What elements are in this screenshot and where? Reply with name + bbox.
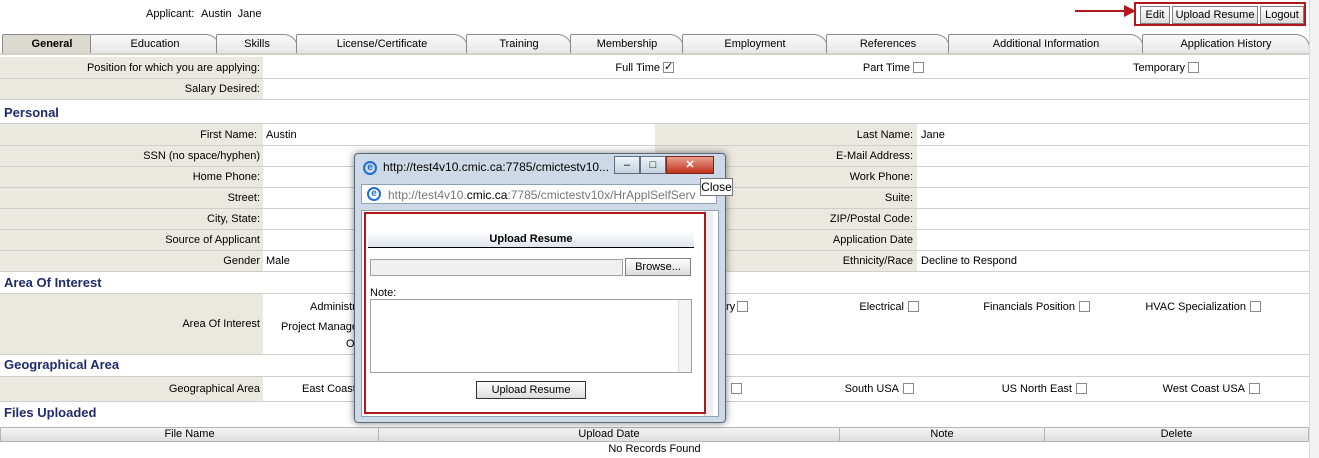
ethnicity-value: Decline to Respond [921,255,1018,267]
south-usa-checkbox[interactable] [903,383,914,394]
geographical-area-label: Geographical Area [168,383,260,395]
tab-skills[interactable]: Skills [216,34,298,53]
aoi-administration-partial: Administr [310,301,356,313]
hvac-label: HVAC Specialization [1145,301,1246,313]
part-time-checkbox[interactable] [913,62,924,73]
temporary-label: Temporary [1133,62,1185,74]
geo-partial-checkbox[interactable] [731,383,742,394]
popup-title: http://test4v10.cmic.ca:7785/cmictestv10… [383,160,610,174]
col-delete[interactable]: Delete [1044,427,1309,442]
section-files-uploaded: Files Uploaded [4,405,97,420]
gender-label: Gender [223,255,260,267]
col-file-name[interactable]: File Name [0,427,379,442]
financials-checkbox[interactable] [1079,301,1090,312]
address-text: http://test4v10.cmic.ca:7785/cmictestv10… [388,188,696,202]
maximize-icon[interactable]: □ [640,156,666,174]
applicant-label: Applicant: [146,8,195,20]
tab-application-history[interactable]: Application History [1142,34,1310,53]
last-name-label: Last Name: [856,129,913,141]
electrical-label: Electrical [859,301,904,313]
full-time-label: Full Time [615,62,660,74]
part-time-label: Part Time [862,62,910,74]
browser-icon: e [363,161,377,175]
tab-additional-information[interactable]: Additional Information [948,34,1144,53]
tab-employment[interactable]: Employment [682,34,828,53]
tab-general[interactable]: General [2,34,102,53]
minimize-icon[interactable]: – [614,156,640,174]
electrical-checkbox[interactable] [908,301,919,312]
salary-label: Salary Desired: [184,83,260,95]
aoi-partial-item: ry [726,301,736,313]
section-personal: Personal [4,105,59,120]
col-upload-date[interactable]: Upload Date [378,427,840,442]
ssn-label: SSN (no space/hyphen) [143,150,260,162]
us-north-east-label: US North East [1001,383,1072,395]
row-separator [0,99,1309,100]
edit-button[interactable]: Edit [1140,6,1170,24]
south-usa-label: South USA [844,383,899,395]
upload-resume-button[interactable]: Upload Resume [1172,6,1258,24]
empty-table-message: No Records Found [608,443,701,455]
tab-bar: General Education Skills License/Certifi… [0,32,1319,54]
page-scrollbar[interactable] [1309,0,1319,458]
tab-membership[interactable]: Membership [570,34,684,53]
address-ie-icon: e [367,187,381,201]
us-north-east-checkbox[interactable] [1076,383,1087,394]
east-coast-label: East Coast [302,383,356,395]
col-note[interactable]: Note [839,427,1045,442]
top-bar: Applicant: Austin Jane Edit Upload Resum… [0,0,1319,30]
close-tooltip: Close [700,178,733,196]
last-name-value: Jane [921,129,945,141]
aoi-partial-checkbox[interactable] [737,301,748,312]
city-state-label: City, State: [207,213,260,225]
first-name-label: First Name: [200,129,257,141]
home-phone-label: Home Phone: [192,171,260,183]
tab-references[interactable]: References [826,34,950,53]
tab-training[interactable]: Training [466,34,572,53]
logout-button[interactable]: Logout [1260,6,1304,24]
area-of-interest-label: Area Of Interest [182,318,260,330]
temporary-checkbox[interactable] [1188,62,1199,73]
source-label: Source of Applicant [165,234,260,246]
section-area-of-interest: Area Of Interest [4,275,102,290]
gender-value: Male [266,255,290,267]
position-label: Position for which you are applying: [86,62,260,74]
street-label: Street: [227,192,260,204]
full-time-checkbox[interactable] [663,60,674,73]
header-button-group: Edit Upload Resume Logout [1134,2,1306,26]
section-geographical-area: Geographical Area [4,357,120,372]
annotation-arrow [1075,10,1127,12]
tab-license-certificate[interactable]: License/Certificate [296,34,468,53]
tab-underline [0,53,1310,55]
highlight-box [364,212,706,414]
financials-label: Financials Position [983,301,1075,313]
address-bar[interactable]: e http://test4v10.cmic.ca:7785/cmictestv… [361,184,717,204]
applicant-name: Austin Jane [201,8,262,20]
tab-education[interactable]: Education [90,34,220,53]
first-name-value: Austin [266,129,297,141]
close-icon[interactable]: ✕ [666,156,714,174]
west-coast-label: West Coast USA [1162,383,1245,395]
west-coast-checkbox[interactable] [1249,383,1260,394]
hvac-checkbox[interactable] [1250,301,1261,312]
